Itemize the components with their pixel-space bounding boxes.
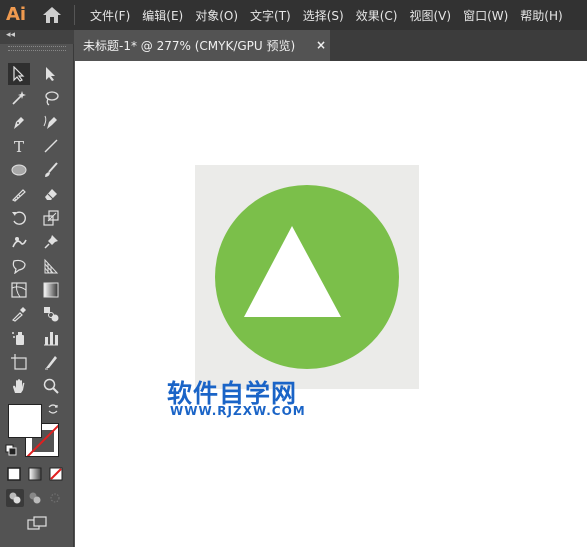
type-tool-icon[interactable]: T <box>8 135 30 157</box>
menu-edit[interactable]: 编辑(E) <box>142 7 183 24</box>
none-mode-icon[interactable] <box>47 465 65 483</box>
slice-tool-icon[interactable] <box>40 351 62 373</box>
draw-inside-icon[interactable] <box>46 489 64 507</box>
canvas[interactable] <box>75 61 587 547</box>
mesh-tool-icon[interactable] <box>8 279 30 301</box>
tools-panel: ◂◂ T <box>0 30 74 547</box>
watermark-url: WWW.RJZXW.COM <box>170 404 306 418</box>
zoom-tool-icon[interactable] <box>40 375 62 397</box>
selection-tool-icon[interactable] <box>8 63 30 85</box>
menu-help[interactable]: 帮助(H) <box>520 7 562 24</box>
fill-swatch-front[interactable] <box>8 404 42 438</box>
menu-bar: Ai 文件(F) 编辑(E) 对象(O) 文字(T) 选择(S) 效果(C) 视… <box>0 0 587 30</box>
free-transform-tool-icon[interactable] <box>8 255 30 277</box>
blend-tool-icon[interactable] <box>40 303 62 325</box>
eraser-tool-icon[interactable] <box>40 183 62 205</box>
line-segment-tool-icon[interactable] <box>40 135 62 157</box>
color-mode-icon[interactable] <box>5 465 23 483</box>
direct-selection-tool-icon[interactable] <box>40 63 62 85</box>
document-tab-title: 未标题-1* @ 277% (CMYK/GPU 预览) <box>83 39 296 53</box>
puppet-warp-tool-icon[interactable] <box>8 231 30 253</box>
lasso-tool-icon[interactable] <box>40 87 62 109</box>
eyedropper-tool-icon[interactable] <box>8 303 30 325</box>
column-graph-tool-icon[interactable] <box>40 327 62 349</box>
close-icon[interactable]: × <box>316 38 326 52</box>
magic-wand-tool-icon[interactable] <box>8 87 30 109</box>
screen-mode-icon[interactable] <box>25 514 49 534</box>
gradient-tool-icon[interactable] <box>40 279 62 301</box>
menu-window[interactable]: 窗口(W) <box>463 7 508 24</box>
hand-tool-icon[interactable] <box>8 375 30 397</box>
artwork-background[interactable] <box>195 165 419 389</box>
swap-fill-stroke-icon[interactable] <box>46 402 60 416</box>
paintbrush-tool-icon[interactable] <box>40 159 62 181</box>
svg-text:T: T <box>14 138 24 154</box>
default-colors-icon[interactable] <box>4 443 18 457</box>
menu-select[interactable]: 选择(S) <box>303 7 344 24</box>
shaper-tool-icon[interactable] <box>8 183 30 205</box>
menu-file[interactable]: 文件(F) <box>90 7 130 24</box>
symbol-sprayer-tool-icon[interactable] <box>8 327 30 349</box>
gradient-mode-icon[interactable] <box>26 465 44 483</box>
menu-type[interactable]: 文字(T) <box>250 7 291 24</box>
document-tab-bar: 未标题-1* @ 277% (CMYK/GPU 预览) × <box>74 30 587 61</box>
panel-header[interactable]: ◂◂ <box>0 30 74 44</box>
scale-tool-icon[interactable] <box>40 207 62 229</box>
menu-divider <box>74 5 75 25</box>
menu-object[interactable]: 对象(O) <box>195 7 238 24</box>
rotate-tool-icon[interactable] <box>8 207 30 229</box>
draw-behind-icon[interactable] <box>26 489 44 507</box>
draw-normal-icon[interactable] <box>6 489 24 507</box>
ellipse-tool-icon[interactable] <box>8 159 30 181</box>
collapse-icon[interactable]: ◂◂ <box>6 30 15 40</box>
menu-effect[interactable]: 效果(C) <box>356 7 398 24</box>
panel-grip[interactable] <box>8 46 66 51</box>
illustrator-logo: Ai <box>6 4 27 25</box>
menu-list: 文件(F) 编辑(E) 对象(O) 文字(T) 选择(S) 效果(C) 视图(V… <box>90 0 575 30</box>
menu-view[interactable]: 视图(V) <box>409 7 451 24</box>
document-tab[interactable]: 未标题-1* @ 277% (CMYK/GPU 预览) × <box>74 30 330 61</box>
pen-tool-icon[interactable] <box>8 111 30 133</box>
artboard-tool-icon[interactable] <box>8 351 30 373</box>
perspective-grid-tool-icon[interactable] <box>40 255 62 277</box>
home-icon[interactable] <box>42 6 62 28</box>
curvature-tool-icon[interactable] <box>40 111 62 133</box>
pin-tool-icon[interactable] <box>40 231 62 253</box>
